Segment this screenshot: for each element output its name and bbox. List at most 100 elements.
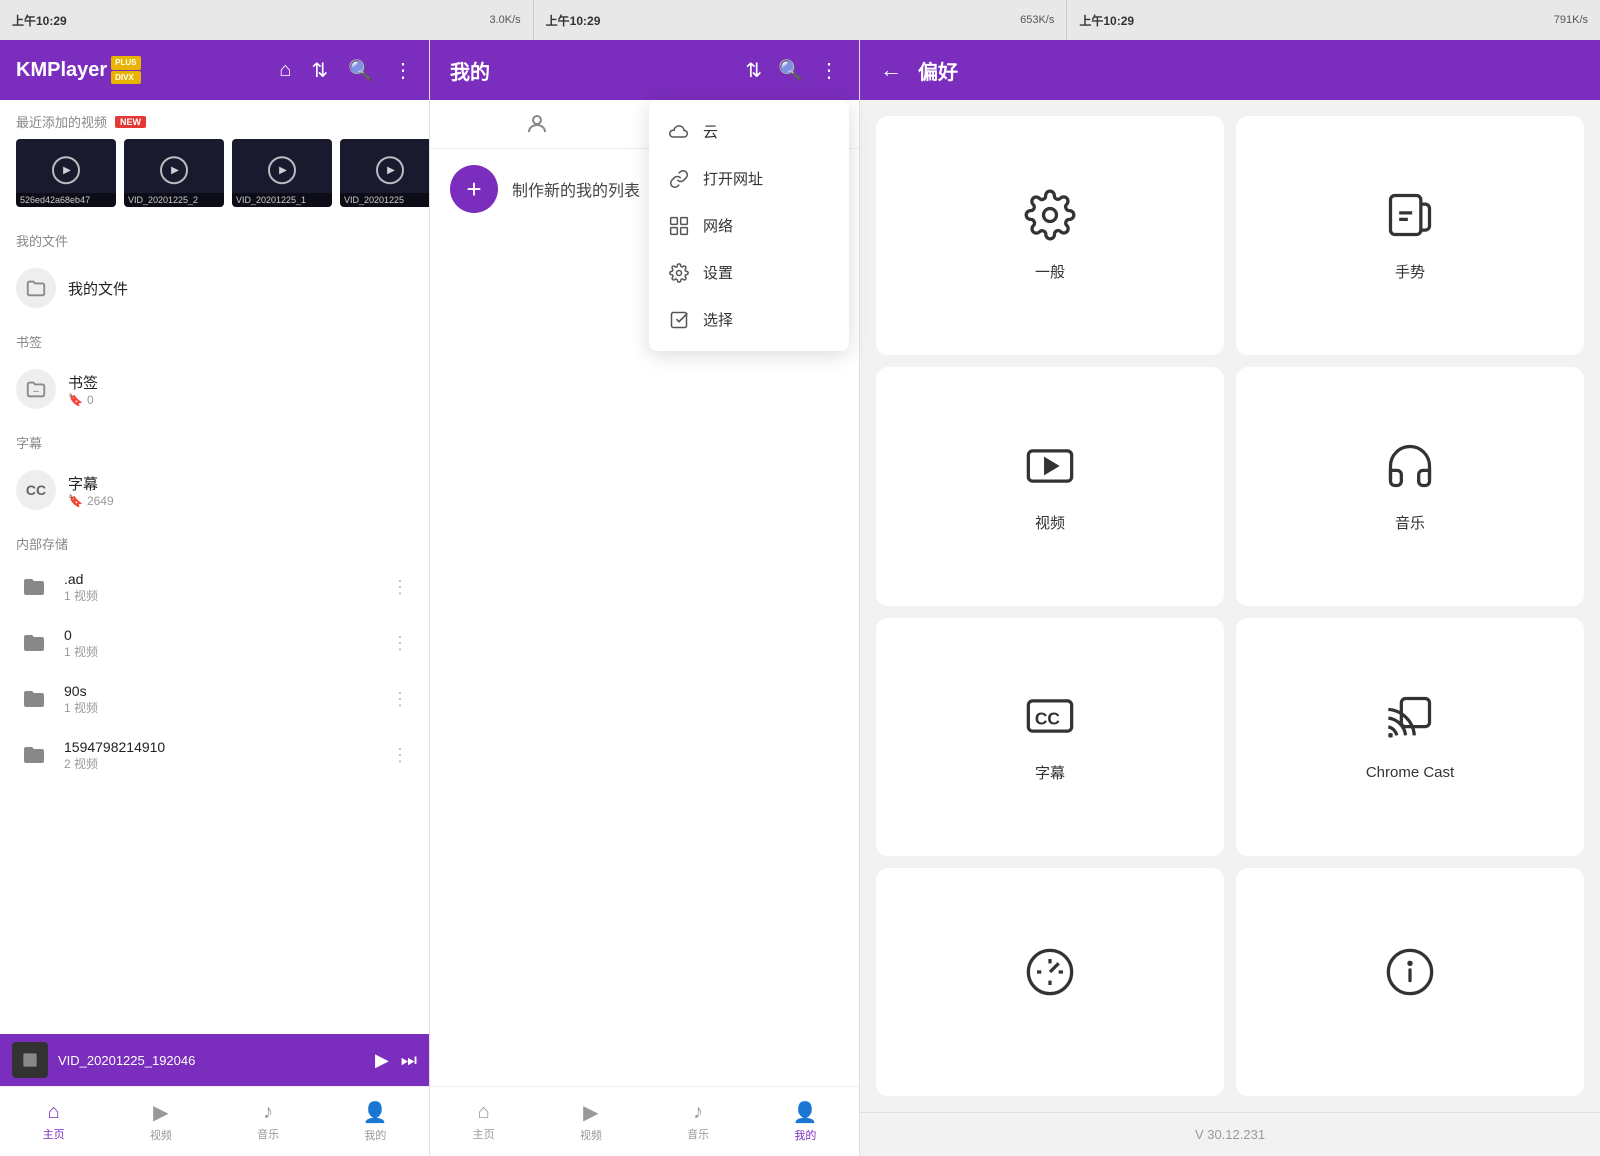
gear-settings-icon bbox=[1024, 189, 1076, 249]
bookmark-title: 书签 bbox=[68, 372, 413, 393]
info-settings-icon bbox=[1384, 946, 1436, 1006]
folder-count-1594: 2 视频 bbox=[64, 755, 375, 772]
middle-bottom-nav: ⌂ 主页 ▶ 视频 ♪ 音乐 👤 我的 bbox=[430, 1086, 859, 1156]
right-title: 偏好 bbox=[918, 56, 1580, 85]
music-nav-icon: ♪ bbox=[263, 1101, 273, 1124]
search-icon[interactable]: 🔍 bbox=[348, 58, 373, 83]
thumb-3[interactable]: VID_20201225_1 bbox=[232, 139, 332, 207]
play-pause-btn[interactable]: ▶ bbox=[375, 1050, 389, 1071]
thumb-2[interactable]: VID_20201225_2 bbox=[124, 139, 224, 207]
status-bar-1: 上午10:29 3.0K/s bbox=[0, 0, 534, 40]
bookmark-item[interactable]: 书签 🔖 0 bbox=[0, 357, 429, 421]
settings-card-speed[interactable] bbox=[876, 868, 1224, 1096]
nav-music-mid[interactable]: ♪ 音乐 bbox=[645, 1095, 752, 1148]
settings-card-gesture[interactable]: 手势 bbox=[1236, 116, 1584, 355]
nav-video-left[interactable]: ▶ 视频 bbox=[107, 1094, 214, 1149]
nav-home-mid[interactable]: ⌂ 主页 bbox=[430, 1095, 537, 1148]
status-bars: 上午10:29 3.0K/s 上午10:29 653K/s 上午10:29 79… bbox=[0, 0, 1600, 40]
network-icon bbox=[669, 216, 689, 236]
folder-90s[interactable]: 90s 1 视频 ⋮ bbox=[0, 671, 429, 727]
home-nav-icon: ⌂ bbox=[48, 1101, 60, 1124]
tab-person[interactable] bbox=[430, 100, 645, 148]
mini-controls: ▶ ⏭ bbox=[375, 1050, 417, 1071]
person-tab-icon bbox=[525, 112, 549, 136]
speed-settings-icon bbox=[1024, 946, 1076, 1006]
folder-icon-0 bbox=[16, 625, 52, 661]
folder-name-ad: .ad bbox=[64, 571, 375, 587]
panel-left: KMPlayer PLUS DIVX ⌂ ⇅ 🔍 ⋮ 最近添加的视频 NEW bbox=[0, 40, 430, 1156]
link-icon bbox=[669, 169, 689, 189]
new-badge: NEW bbox=[115, 116, 146, 128]
more-icon[interactable]: ⋮ bbox=[393, 58, 413, 83]
folder-0[interactable]: 0 1 视频 ⋮ bbox=[0, 615, 429, 671]
sort-icon[interactable]: ⇅ bbox=[311, 58, 328, 83]
folder-more-0[interactable]: ⋮ bbox=[387, 629, 413, 658]
nav-home-left[interactable]: ⌂ 主页 bbox=[0, 1095, 107, 1148]
settings-card-info[interactable] bbox=[1236, 868, 1584, 1096]
folder-info-90s: 90s 1 视频 bbox=[64, 683, 375, 716]
nav-video-mid[interactable]: ▶ 视频 bbox=[537, 1094, 644, 1149]
my-files-icon bbox=[16, 268, 56, 308]
left-header: KMPlayer PLUS DIVX ⌂ ⇅ 🔍 ⋮ bbox=[0, 40, 429, 100]
folder-ad[interactable]: .ad 1 视频 ⋮ bbox=[0, 559, 429, 615]
subtitle-section-label: 字幕 bbox=[0, 421, 429, 458]
dropdown-select[interactable]: 选择 bbox=[649, 296, 849, 343]
dropdown-cloud[interactable]: 云 bbox=[649, 108, 849, 155]
thumb-4[interactable]: VID_20201225 bbox=[340, 139, 429, 207]
folder-more-1594[interactable]: ⋮ bbox=[387, 741, 413, 770]
add-list-button[interactable]: + bbox=[450, 165, 498, 213]
settings-card-general[interactable]: 一般 bbox=[876, 116, 1224, 355]
music-mid-label: 音乐 bbox=[687, 1126, 709, 1142]
play-icon-2 bbox=[160, 156, 188, 184]
back-button[interactable]: ← bbox=[880, 57, 902, 83]
home-nav-label: 主页 bbox=[43, 1126, 65, 1142]
music-mid-icon: ♪ bbox=[693, 1101, 703, 1124]
bookmark-section-label: 书签 bbox=[0, 320, 429, 357]
logo-badge-divx: DIVX bbox=[111, 71, 140, 85]
dropdown-network[interactable]: 网络 bbox=[649, 202, 849, 249]
chromecast-settings-icon bbox=[1384, 692, 1436, 752]
home-mid-icon: ⌂ bbox=[478, 1101, 490, 1124]
video-mid-label: 视频 bbox=[580, 1127, 602, 1143]
settings-grid: 一般 手势 bbox=[860, 100, 1600, 1112]
folder-icon-90s bbox=[16, 681, 52, 717]
my-files-item[interactable]: 我的文件 bbox=[0, 256, 429, 320]
settings-card-subtitle[interactable]: CC 字幕 bbox=[876, 618, 1224, 857]
settings-card-music[interactable]: 音乐 bbox=[1236, 367, 1584, 606]
subtitle-item[interactable]: CC 字幕 🔖 2649 bbox=[0, 458, 429, 522]
status-bar-2: 上午10:29 653K/s bbox=[534, 0, 1068, 40]
nav-mine-left[interactable]: 👤 我的 bbox=[322, 1094, 429, 1149]
nav-mine-mid[interactable]: 👤 我的 bbox=[752, 1094, 859, 1149]
play-icon-4 bbox=[376, 156, 404, 184]
bookmark-icon bbox=[16, 369, 56, 409]
folder-name-0: 0 bbox=[64, 627, 375, 643]
settings-card-video[interactable]: 视频 bbox=[876, 367, 1224, 606]
folder-1594[interactable]: 1594798214910 2 视频 ⋮ bbox=[0, 727, 429, 783]
more-mid-icon[interactable]: ⋮ bbox=[819, 58, 839, 83]
logo-text: KMPlayer bbox=[16, 59, 107, 82]
folder-info-1594: 1594798214910 2 视频 bbox=[64, 739, 375, 772]
video-settings-label: 视频 bbox=[1035, 512, 1065, 533]
folder-more-ad[interactable]: ⋮ bbox=[387, 573, 413, 602]
sort-mid-icon[interactable]: ⇅ bbox=[745, 58, 762, 83]
cloud-icon bbox=[669, 122, 689, 142]
settings-menu-icon bbox=[669, 263, 689, 283]
panel-middle: 我的 ⇅ 🔍 ⋮ + 制作新的我的列表 bbox=[430, 40, 860, 1156]
folder-more-90s[interactable]: ⋮ bbox=[387, 685, 413, 714]
dropdown-settings[interactable]: 设置 bbox=[649, 249, 849, 296]
home-icon[interactable]: ⌂ bbox=[279, 59, 291, 82]
add-list-label: 制作新的我的列表 bbox=[512, 177, 640, 201]
subtitle-settings-label: 字幕 bbox=[1035, 762, 1065, 783]
search-mid-icon[interactable]: 🔍 bbox=[778, 58, 803, 83]
dropdown-url[interactable]: 打开网址 bbox=[649, 155, 849, 202]
middle-title: 我的 bbox=[450, 56, 729, 85]
dropdown-cloud-label: 云 bbox=[703, 121, 718, 142]
settings-card-chromecast[interactable]: Chrome Cast bbox=[1236, 618, 1584, 857]
speed-3: 791K/s bbox=[1554, 14, 1588, 26]
next-btn[interactable]: ⏭ bbox=[401, 1050, 417, 1071]
thumb-1[interactable]: 526ed42a68eb47 bbox=[16, 139, 116, 207]
mini-thumb bbox=[12, 1042, 48, 1078]
nav-music-left[interactable]: ♪ 音乐 bbox=[215, 1095, 322, 1148]
folder-info-0: 0 1 视频 bbox=[64, 627, 375, 660]
logo-badge-plus: PLUS bbox=[111, 56, 140, 70]
